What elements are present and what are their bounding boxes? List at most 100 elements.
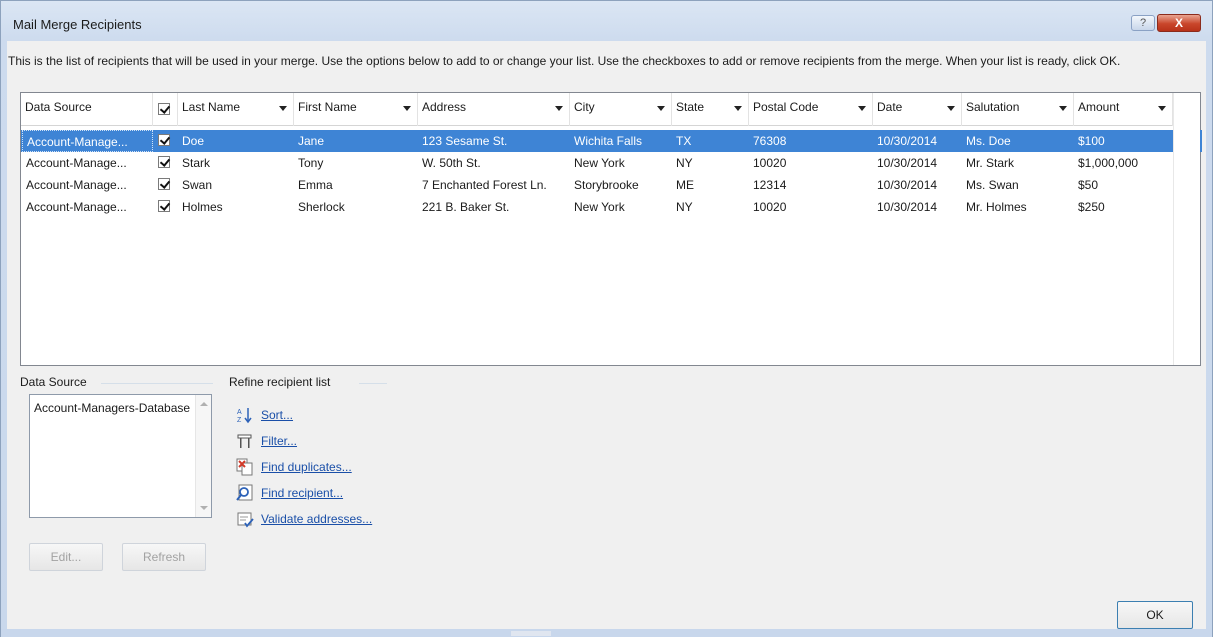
select-all-checkbox[interactable]: [158, 103, 170, 115]
svg-text:A: A: [237, 409, 242, 416]
cell-state: TX: [676, 134, 692, 148]
refresh-button[interactable]: Refresh: [122, 543, 206, 571]
column-header-last-name[interactable]: Last Name: [178, 93, 294, 126]
sort-icon: A Z: [237, 408, 252, 424]
dropdown-arrow-icon[interactable]: [279, 106, 287, 111]
dropdown-arrow-icon[interactable]: [858, 106, 866, 111]
cell-amount: $250: [1078, 200, 1105, 214]
cell-last-name: Doe: [182, 134, 205, 148]
dropdown-arrow-icon[interactable]: [555, 106, 563, 111]
cell-state: ME: [676, 178, 694, 192]
cell-city: New York: [574, 200, 625, 214]
cell-date: 10/30/2014: [877, 156, 938, 170]
column-header-address[interactable]: Address: [418, 93, 570, 126]
dropdown-arrow-icon[interactable]: [1059, 106, 1067, 111]
cell-address: 221 B. Baker St.: [422, 200, 510, 214]
grid-header: Data Source Last Name First Name Address…: [21, 93, 1173, 126]
cell-city: Storybrooke: [574, 178, 639, 192]
column-header-checkbox[interactable]: [153, 93, 178, 126]
include-recipient-checkbox[interactable]: [158, 156, 170, 168]
column-header-first-name[interactable]: First Name: [294, 93, 418, 126]
column-header-city[interactable]: City: [570, 93, 672, 126]
close-button[interactable]: X: [1157, 14, 1201, 32]
data-source-scrollbar[interactable]: [195, 395, 211, 517]
cell-data-source: Account-Manage...: [26, 156, 127, 170]
svg-text:Z: Z: [237, 417, 242, 424]
cell-city: New York: [574, 156, 625, 170]
dropdown-arrow-icon[interactable]: [403, 106, 411, 111]
edit-button[interactable]: Edit...: [29, 543, 103, 571]
window-bottom-border: [1, 629, 1212, 637]
group-divider: [359, 383, 387, 384]
cell-first-name: Tony: [298, 156, 324, 170]
column-header-data-source[interactable]: Data Source: [21, 93, 153, 126]
cell-city: Wichita Falls: [574, 134, 643, 148]
sort-link[interactable]: Sort...: [261, 408, 293, 422]
column-header-date[interactable]: Date: [873, 93, 962, 126]
cell-amount: $1,000,000: [1078, 156, 1139, 170]
cell-last-name: Holmes: [182, 200, 223, 214]
include-recipient-checkbox[interactable]: [158, 134, 170, 146]
scroll-up-icon[interactable]: [200, 402, 208, 406]
grid-empty-column: [1173, 93, 1200, 365]
cell-salutation: Mr. Holmes: [966, 200, 1027, 214]
include-recipient-checkbox[interactable]: [158, 200, 170, 212]
title-bar[interactable]: Mail Merge Recipients ? X: [1, 1, 1212, 41]
instructions-text: This is the list of recipients that will…: [8, 54, 1121, 68]
cell-address: W. 50th St.: [422, 156, 481, 170]
find-recipient-icon: [236, 484, 253, 501]
dialog-title: Mail Merge Recipients: [13, 17, 142, 32]
cell-data-source: Account-Manage...: [26, 200, 127, 214]
dropdown-arrow-icon[interactable]: [734, 106, 742, 111]
cell-address: 7 Enchanted Forest Ln.: [422, 178, 547, 192]
data-source-list-item[interactable]: Account-Managers-Database: [34, 401, 194, 415]
data-source-group-label: Data Source: [20, 375, 87, 389]
cell-amount: $50: [1078, 178, 1099, 192]
column-header-state[interactable]: State: [672, 93, 749, 126]
mail-merge-recipients-dialog: Mail Merge Recipients ? X This is the li…: [0, 0, 1213, 637]
table-row[interactable]: Account-Manage... Swan Emma 7 Enchanted …: [21, 174, 1202, 196]
cell-last-name: Stark: [182, 156, 211, 170]
dialog-client-area: This is the list of recipients that will…: [7, 41, 1206, 630]
cell-salutation: Ms. Swan: [966, 178, 1019, 192]
column-header-salutation[interactable]: Salutation: [962, 93, 1074, 126]
cell-salutation: Mr. Stark: [966, 156, 1015, 170]
table-row[interactable]: Account-Manage... Doe Jane 123 Sesame St…: [21, 130, 1202, 152]
ok-button[interactable]: OK: [1117, 601, 1193, 629]
cell-amount: $100: [1078, 134, 1105, 148]
cell-last-name: Swan: [182, 178, 213, 192]
cell-first-name: Sherlock: [298, 200, 345, 214]
recipients-grid: Data Source Last Name First Name Address…: [20, 92, 1202, 366]
filter-icon: [237, 434, 252, 448]
find-duplicates-link[interactable]: Find duplicates...: [261, 460, 352, 474]
data-source-list[interactable]: Account-Managers-Database: [29, 394, 212, 518]
table-row[interactable]: Account-Manage... Stark Tony W. 50th St.…: [21, 152, 1202, 174]
cell-first-name: Emma: [298, 178, 333, 192]
cell-postal-code: 12314: [753, 178, 787, 192]
cell-postal-code: 10020: [753, 156, 787, 170]
cell-address: 123 Sesame St.: [422, 134, 508, 148]
help-button[interactable]: ?: [1131, 15, 1155, 31]
cell-date: 10/30/2014: [877, 134, 938, 148]
cell-postal-code: 76308: [753, 134, 787, 148]
filter-link[interactable]: Filter...: [261, 434, 297, 448]
table-row[interactable]: Account-Manage... Holmes Sherlock 221 B.…: [21, 196, 1202, 218]
cell-postal-code: 10020: [753, 200, 787, 214]
cell-data-source: Account-Manage...: [22, 130, 153, 152]
find-duplicates-icon: [236, 458, 253, 476]
column-header-postal-code[interactable]: Postal Code: [749, 93, 873, 126]
refine-recipient-list-label: Refine recipient list: [229, 375, 331, 389]
cell-state: NY: [676, 200, 693, 214]
column-header-amount[interactable]: Amount: [1074, 93, 1173, 126]
validate-addresses-link[interactable]: Validate addresses...: [261, 512, 372, 526]
dropdown-arrow-icon[interactable]: [1158, 106, 1166, 111]
scroll-down-icon[interactable]: [200, 506, 208, 510]
validate-addresses-icon: [237, 512, 254, 528]
cell-state: NY: [676, 156, 693, 170]
resize-grip[interactable]: [511, 631, 551, 636]
dropdown-arrow-icon[interactable]: [657, 106, 665, 111]
include-recipient-checkbox[interactable]: [158, 178, 170, 190]
dropdown-arrow-icon[interactable]: [947, 106, 955, 111]
cell-date: 10/30/2014: [877, 200, 938, 214]
find-recipient-link[interactable]: Find recipient...: [261, 486, 343, 500]
